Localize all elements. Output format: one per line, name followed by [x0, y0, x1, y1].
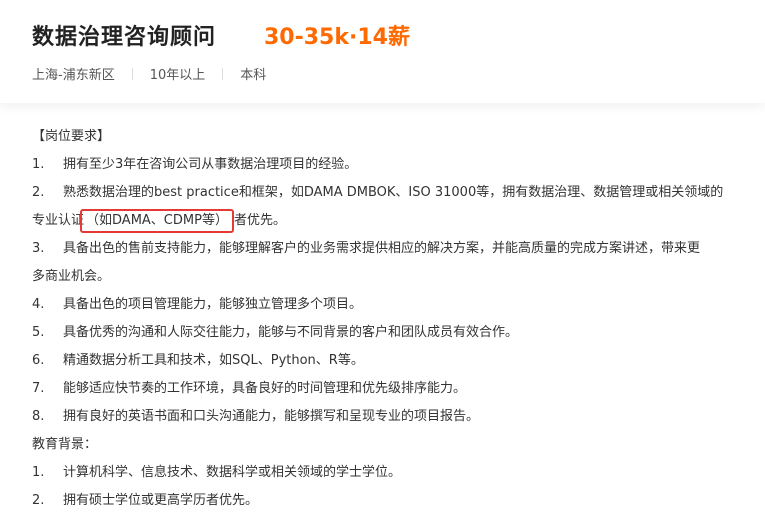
list-item-continuation: 专业认证 （如DAMA、CDMP等） 者优先。 — [32, 207, 757, 235]
item-text: 拥有至少3年在咨询公司从事数据治理项目的经验。 — [63, 157, 358, 172]
item-text: 具备优秀的沟通和人际交往能力，能够与不同背景的客户和团队成员有效合作。 — [63, 325, 519, 340]
item-text: 者优先。 — [233, 213, 286, 228]
item-text: 能够适应快节奏的工作环境，具备良好的时间管理和优先级排序能力。 — [63, 381, 467, 396]
item-number: 1. — [32, 157, 45, 172]
item-text: 精通数据分析工具和技术，如SQL、Python、R等。 — [63, 353, 364, 368]
list-item: 4. 具备出色的项目管理能力，能够独立管理多个项目。 — [32, 291, 757, 319]
meta-divider — [131, 67, 133, 80]
job-meta: 上海-浦东新区 10年以上 本科 — [32, 64, 266, 83]
job-description: 【岗位要求】 1. 拥有至少3年在咨询公司从事数据治理项目的经验。 2. 熟悉数据治… — [32, 123, 757, 515]
item-number: 3. — [32, 241, 45, 256]
item-number: 7. — [32, 381, 45, 396]
list-item: 7. 能够适应快节奏的工作环境，具备良好的时间管理和优先级排序能力。 — [32, 375, 757, 403]
item-number: 8. — [32, 409, 45, 424]
list-item: 2. 熟悉数据治理的best practice和框架，如DAMA DMBOK、IS… — [32, 179, 757, 207]
education-heading: 教育背景： — [32, 437, 98, 452]
list-item: 5. 具备优秀的沟通和人际交往能力，能够与不同背景的客户和团队成员有效合作。 — [32, 319, 757, 347]
item-number: 2. — [32, 493, 45, 508]
item-number: 1. — [32, 465, 45, 480]
item-number: 2. — [32, 185, 45, 200]
highlighted-certification: （如DAMA、CDMP等） — [80, 209, 234, 233]
item-text: 专业认证 — [32, 213, 85, 228]
item-text: 熟悉数据治理的best practice和框架，如DAMA DMBOK、ISO … — [63, 185, 724, 200]
list-item: 1. 拥有至少3年在咨询公司从事数据治理项目的经验。 — [32, 151, 757, 179]
item-number: 4. — [32, 297, 45, 312]
list-item: 2. 拥有硕士学位或更高学历者优先。 — [32, 487, 757, 515]
item-number: 5. — [32, 325, 45, 340]
salary-range: 30-35k·14薪 — [264, 25, 410, 50]
location-text: 上海-浦东新区 — [32, 68, 115, 83]
degree-text: 本科 — [240, 68, 267, 83]
item-number: 6. — [32, 353, 45, 368]
list-item: 6. 精通数据分析工具和技术，如SQL、Python、R等。 — [32, 347, 757, 375]
experience-text: 10年以上 — [149, 68, 206, 83]
item-text: 具备出色的项目管理能力，能够独立管理多个项目。 — [63, 297, 363, 312]
item-text: 多商业机会。 — [32, 269, 111, 284]
item-text: 拥有硕士学位或更高学历者优先。 — [63, 493, 259, 508]
meta-divider — [222, 67, 224, 80]
list-item-continuation: 多商业机会。 — [32, 263, 757, 291]
list-item: 1. 计算机科学、信息技术、数据科学或相关领域的学士学位。 — [32, 459, 757, 487]
item-text: 具备出色的售前支持能力，能够理解客户的业务需求提供相应的解决方案，并能高质量的完… — [63, 241, 701, 256]
list-item: 3. 具备出色的售前支持能力，能够理解客户的业务需求提供相应的解决方案，并能高质量… — [32, 235, 757, 263]
item-text: 拥有良好的英语书面和口头沟通能力，能够撰写和呈现专业的项目报告。 — [63, 409, 480, 424]
item-text: 计算机科学、信息技术、数据科学或相关领域的学士学位。 — [63, 465, 402, 480]
job-title: 数据治理咨询顾问 — [32, 25, 217, 50]
requirements-heading: 【岗位要求】 — [32, 129, 111, 144]
job-header: 数据治理咨询顾问 30-35k·14薪 上海-浦东新区 10年以上 本科 — [0, 0, 765, 103]
list-item: 8. 拥有良好的英语书面和口头沟通能力，能够撰写和呈现专业的项目报告。 — [32, 403, 757, 431]
